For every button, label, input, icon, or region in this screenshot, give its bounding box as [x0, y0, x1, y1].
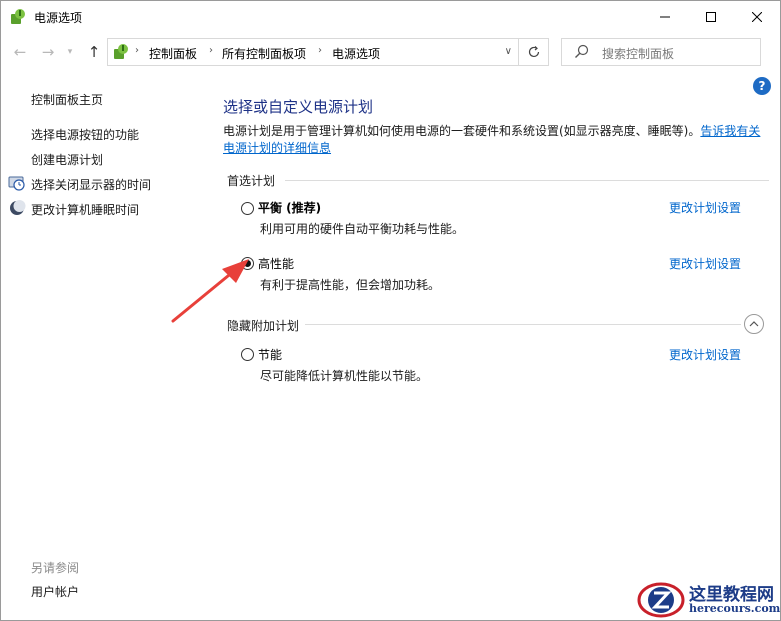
title-bar: 电源选项: [1, 1, 780, 32]
breadcrumb-power-options[interactable]: 电源选项: [332, 45, 380, 62]
sidebar-control-panel-home[interactable]: 控制面板主页: [31, 91, 103, 108]
description-text: 电源计划是用于管理计算机如何使用电源的一套硬件和系统设置(如显示器亮度、睡眠等)…: [223, 124, 701, 138]
minimize-button[interactable]: [642, 1, 688, 32]
refresh-icon: [528, 46, 539, 58]
plan-name-high-performance[interactable]: 高性能: [258, 255, 294, 272]
breadcrumb-separator: ›: [135, 45, 139, 56]
plan-name-power-saver[interactable]: 节能: [258, 346, 282, 363]
minimize-icon: [660, 16, 670, 17]
collapse-hidden-plans-button[interactable]: [744, 314, 764, 334]
plan-desc-power-saver: 尽可能降低计算机性能以节能。: [260, 369, 429, 383]
sidebar-item-create-plan[interactable]: 创建电源计划: [31, 151, 103, 168]
sidebar-item-display-off[interactable]: 选择关闭显示器的时间: [31, 176, 151, 193]
breadcrumb-separator: ›: [209, 45, 213, 56]
plan-desc-high-performance: 有利于提高性能，但会增加功耗。: [260, 278, 441, 292]
back-button[interactable]: ←: [9, 41, 31, 63]
navigation-bar: ← → ▾ ↑ › 控制面板 › 所有控制面板项 › 电源选项 ∨ 搜索控制面板: [1, 32, 780, 72]
sidebar-item-sleep-time[interactable]: 更改计算机睡眠时间: [31, 201, 139, 218]
control-panel-icon: [114, 44, 128, 59]
see-also-heading: 另请参阅: [31, 561, 80, 575]
power-options-icon: [11, 9, 25, 24]
plan-description-text: 电源计划是用于管理计算机如何使用电源的一套硬件和系统设置(如显示器亮度、睡眠等)…: [223, 123, 768, 157]
maximize-button[interactable]: [688, 1, 734, 32]
arrow-up-icon: ↑: [87, 43, 101, 61]
refresh-button[interactable]: [518, 39, 548, 65]
breadcrumb-all-items[interactable]: 所有控制面板项: [222, 45, 306, 62]
chevron-up-icon: [749, 321, 759, 327]
change-plan-settings-balanced[interactable]: 更改计划设置: [669, 199, 741, 216]
close-icon: [752, 11, 762, 22]
plan-name-balanced[interactable]: 平衡 (推荐): [258, 199, 321, 216]
site-watermark: 这里教程网 herecours.com: [635, 578, 781, 621]
display-clock-icon: [8, 176, 25, 191]
arrow-left-icon: ←: [13, 43, 27, 61]
sidebar-item-power-buttons[interactable]: 选择电源按钮的功能: [31, 126, 139, 143]
power-options-window: 电源选项 ← → ▾ ↑ › 控制面板 › 所有控制面板项 › 电源选项 ∨ 搜…: [0, 0, 781, 621]
maximize-icon: [706, 11, 716, 22]
change-plan-settings-power-saver[interactable]: 更改计划设置: [669, 346, 741, 363]
change-plan-settings-high-performance[interactable]: 更改计划设置: [669, 255, 741, 272]
site-logo-icon: [637, 582, 685, 618]
arrow-right-icon: →: [41, 43, 55, 61]
search-icon: [575, 44, 589, 58]
search-placeholder: 搜索控制面板: [602, 47, 675, 61]
radio-balanced[interactable]: [241, 202, 254, 215]
chevron-down-icon: ▾: [67, 47, 73, 57]
window-title: 电源选项: [34, 11, 83, 25]
address-bar[interactable]: › 控制面板 › 所有控制面板项 › 电源选项 ∨: [107, 38, 549, 66]
section-divider: [285, 180, 769, 181]
forward-button[interactable]: →: [37, 41, 59, 63]
preferred-plans-heading: 首选计划: [227, 174, 276, 188]
plan-desc-balanced: 利用可用的硬件自动平衡功耗与性能。: [260, 222, 465, 236]
radio-power-saver[interactable]: [241, 348, 254, 361]
recent-locations-button[interactable]: ▾: [63, 41, 77, 63]
breadcrumb-control-panel[interactable]: 控制面板: [149, 45, 197, 62]
breadcrumb-separator: ›: [318, 45, 322, 56]
up-button[interactable]: ↑: [83, 41, 105, 63]
moon-icon: [10, 200, 26, 215]
address-dropdown-icon[interactable]: ∨: [505, 46, 512, 57]
search-box[interactable]: 搜索控制面板: [561, 38, 761, 66]
page-title: 选择或自定义电源计划: [223, 98, 374, 116]
close-button[interactable]: [734, 1, 780, 32]
watermark-subtitle: herecours.com: [689, 602, 781, 615]
sidebar-item-user-accounts[interactable]: 用户帐户: [31, 583, 79, 600]
section-divider: [305, 324, 741, 325]
help-icon[interactable]: ?: [753, 77, 771, 95]
annotation-arrow-icon: [171, 259, 249, 323]
